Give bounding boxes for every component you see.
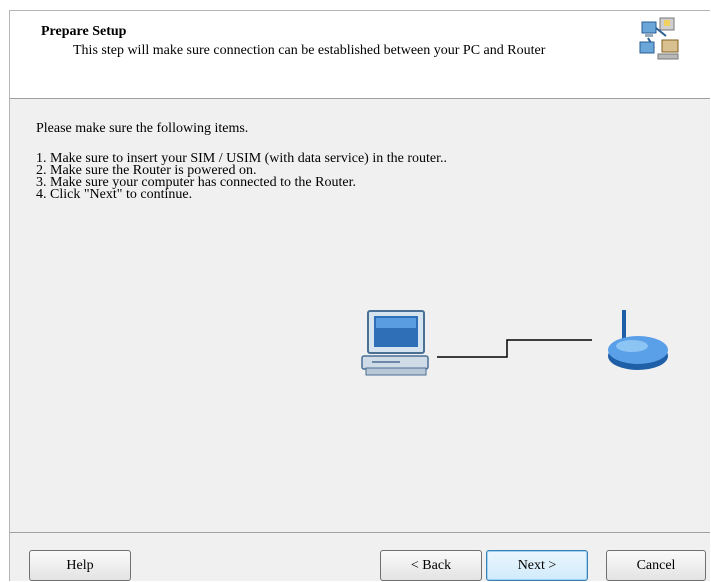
wizard-dialog: Prepare Setup This step will make sure c… (9, 10, 710, 581)
router-icon (608, 310, 668, 370)
connection-illustration (361, 310, 668, 376)
intro-text: Please make sure the following items. (36, 121, 249, 136)
page-title: Prepare Setup (41, 24, 127, 39)
wizard-header: Prepare Setup This step will make sure c… (10, 11, 710, 99)
next-button[interactable]: Next > (486, 550, 588, 581)
cancel-button[interactable]: Cancel (606, 550, 706, 581)
network-computers-icon (636, 16, 682, 62)
instruction-item: 4. Click "Next" to continue. (36, 187, 193, 202)
computer-icon (361, 310, 429, 376)
page-subtitle: This step will make sure connection can … (73, 43, 546, 58)
back-button[interactable]: < Back (380, 550, 482, 581)
help-button[interactable]: Help (29, 550, 131, 581)
footer-separator (10, 532, 710, 533)
